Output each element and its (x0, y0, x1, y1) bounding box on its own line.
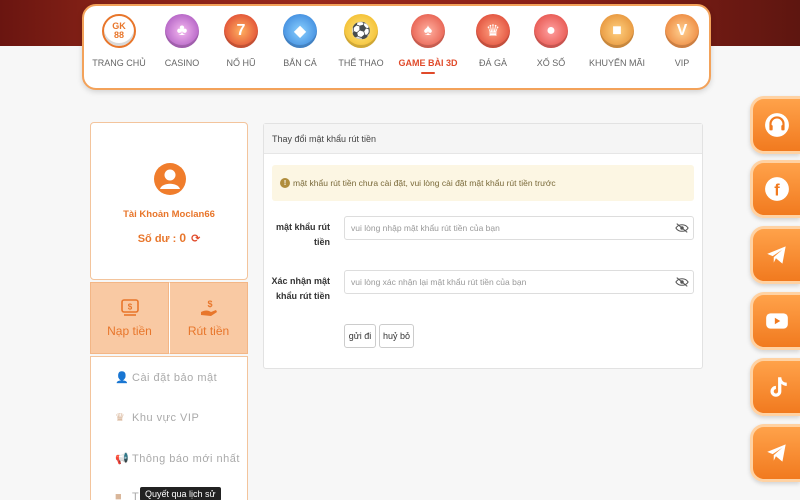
submit-button[interactable]: gửi đi (344, 324, 376, 348)
refresh-icon[interactable]: ⟳ (191, 233, 200, 245)
active-indicator (421, 72, 435, 74)
nav-item-lottery[interactable]: ● XỔ SỐ (520, 14, 582, 68)
fish-icon: ◆ (283, 14, 317, 48)
casino-chip-icon: ♣ (165, 14, 199, 48)
change-withdraw-password-panel: Thay đổi mật khẩu rút tiền ! mật khẩu rú… (263, 123, 703, 369)
nav-label: ĐÁ GÀ (478, 58, 507, 68)
lottery-ball-icon: ● (534, 14, 568, 48)
support-headset-icon (764, 113, 789, 137)
eye-slash-icon[interactable] (675, 276, 689, 288)
cards-icon: ♠ (411, 14, 445, 48)
history-icon: ■ (115, 491, 123, 500)
nav-item-cards-3d[interactable]: ♠ GAME BÀI 3D (397, 14, 459, 74)
nav-item-vip[interactable]: V VIP (651, 14, 713, 68)
withdraw-label: Rút tiền (187, 324, 230, 338)
confirm-password-input[interactable] (345, 271, 665, 293)
balance-line: Số dư : 0 ⟳ (91, 231, 247, 245)
nav-item-fishing[interactable]: ◆ BẮN CÁ (269, 14, 331, 68)
user-lock-icon: 👤 (115, 372, 130, 384)
nav-label: VIP (674, 58, 690, 68)
nav-item-slots[interactable]: 7 NỔ HŨ (210, 14, 272, 68)
deposit-icon: $ (120, 299, 139, 316)
nav-label: GAME BÀI 3D (398, 58, 458, 68)
nav-item-casino[interactable]: ♣ CASINO (151, 14, 213, 68)
side-item-label: Thông báo mới nhất (132, 452, 240, 465)
panel-title: Thay đổi mật khẩu rút tiền (264, 124, 702, 154)
gift-box-icon: ■ (600, 14, 634, 48)
rooster-icon: ♛ (476, 14, 510, 48)
nav-label: TRANG CHỦ (92, 58, 146, 68)
nav-label: NỔ HŨ (226, 58, 256, 68)
telegram-channel-icon (766, 444, 786, 462)
slot-777-icon: 7 (224, 14, 258, 48)
telegram-button[interactable] (750, 226, 800, 284)
youtube-icon (765, 313, 788, 329)
eye-slash-icon[interactable] (675, 222, 689, 234)
deposit-label: Nạp tiền (107, 324, 152, 338)
nav-label: CASINO (164, 58, 200, 68)
main-nav: GK 88 TRANG CHỦ ♣ CASINO 7 NỔ HŨ ◆ BẮN CÁ… (82, 4, 711, 90)
telegram-channel-button[interactable] (750, 424, 800, 482)
nav-item-promotions[interactable]: ■ KHUYẾN MÃI (586, 14, 648, 68)
side-item-label: Cài đặt bảo mật (132, 371, 218, 384)
confirm-password-field (344, 270, 694, 294)
balance-label: Số dư : (137, 233, 177, 245)
nav-label: KHUYẾN MÃI (588, 58, 645, 68)
confirm-password-label: Xác nhận mật khẩu rút tiền (271, 276, 330, 301)
svg-text:$: $ (207, 299, 212, 309)
nav-label: XỔ SỐ (536, 58, 566, 68)
deposit-button[interactable]: $ Nạp tiền (90, 282, 169, 354)
svg-text:$: $ (127, 303, 132, 312)
withdraw-button[interactable]: $ Rút tiền (169, 282, 248, 354)
wallet-actions: $ Nạp tiền $ Rút tiền (90, 282, 248, 354)
facebook-button[interactable]: f (750, 160, 800, 218)
support-headset-button[interactable] (750, 96, 800, 154)
alert-text: mật khẩu rút tiền chưa cài đặt, vui lòng… (293, 178, 556, 188)
warning-alert: ! mật khẩu rút tiền chưa cài đặt, vui lò… (272, 165, 694, 201)
user-avatar-icon (154, 163, 186, 195)
vip-badge-icon: V (665, 14, 699, 48)
password-field (344, 216, 694, 240)
side-item-security[interactable]: 👤 Cài đặt bảo mật (115, 371, 218, 385)
nav-item-cockfight[interactable]: ♛ ĐÁ GÀ (462, 14, 524, 68)
tiktok-button[interactable] (750, 358, 800, 416)
account-name: Tài Khoản Moclan66 (123, 209, 215, 220)
soccer-ball-icon: ⚽ (344, 14, 378, 48)
profile-card: Tài Khoản Moclan66 Số dư : 0 ⟳ (90, 122, 248, 280)
account-side-menu: 👤 Cài đặt bảo mật ♛ Khu vực VIP 📢 Thông … (90, 356, 248, 500)
password-label: mật khẩu rút tiền (275, 222, 330, 247)
side-item-vip[interactable]: ♛ Khu vực VIP (115, 411, 200, 425)
telegram-icon (766, 246, 786, 264)
crown-icon: ♛ (115, 412, 126, 424)
warning-icon: ! (280, 178, 290, 188)
history-tooltip: Quyết qua lịch sử (140, 487, 221, 500)
gk88-logo-icon: GK 88 (102, 14, 136, 48)
facebook-icon: f (764, 177, 789, 201)
nav-item-home[interactable]: GK 88 TRANG CHỦ (88, 14, 150, 68)
password-input[interactable] (345, 217, 665, 239)
megaphone-icon: 📢 (115, 453, 130, 465)
nav-item-sports[interactable]: ⚽ THỂ THAO (330, 14, 392, 68)
side-item-label: Khu vực VIP (132, 411, 200, 424)
nav-label: BẮN CÁ (283, 58, 317, 68)
tiktok-icon (770, 377, 787, 397)
withdraw-icon: $ (200, 299, 217, 316)
balance-value: 0 (179, 231, 186, 245)
side-item-notifications[interactable]: 📢 Thông báo mới nhất (115, 452, 240, 466)
cancel-button[interactable]: huỷ bỏ (379, 324, 414, 348)
youtube-button[interactable] (750, 292, 800, 350)
nav-label: THỂ THAO (338, 58, 384, 68)
svg-text:f: f (774, 182, 780, 200)
